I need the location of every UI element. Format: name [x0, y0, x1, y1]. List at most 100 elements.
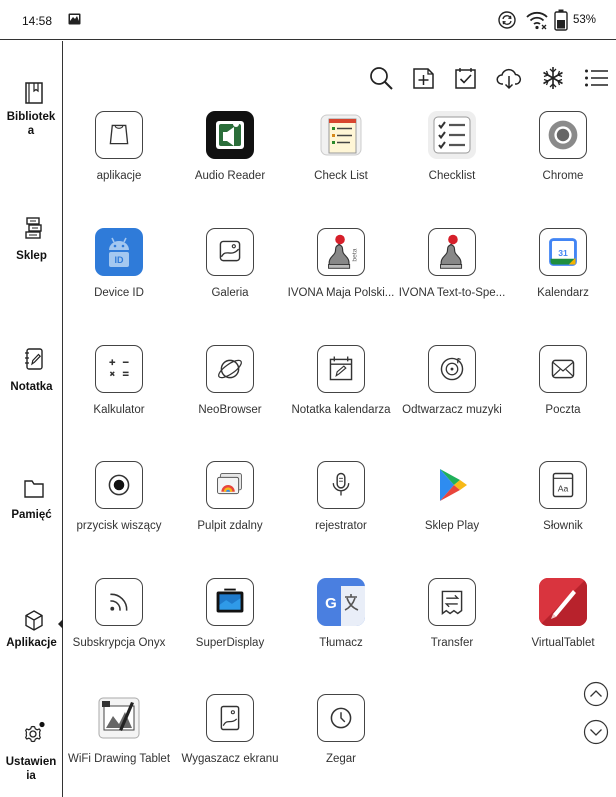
app-tile[interactable]: 31 Kalendarz [507, 228, 616, 318]
app-label: Chrome [542, 170, 584, 182]
app-tile[interactable]: Zegar [285, 694, 395, 784]
app-tile[interactable]: rejestrator [285, 461, 395, 551]
app-tile[interactable]: SuperDisplay [174, 578, 284, 668]
rss-icon [110, 593, 128, 611]
app-tile[interactable]: Subskrypcja Onyx [63, 578, 173, 668]
sidebar-item-label: Sklep [16, 250, 47, 262]
apps-cube-icon [25, 610, 43, 631]
app-tile[interactable]: Check List [285, 111, 395, 201]
dictionary-icon: Aa [552, 472, 574, 498]
app-label: Kalkulator [93, 404, 145, 416]
badge-text: beta [351, 248, 358, 261]
music-player-icon [440, 357, 464, 381]
folder-app-icon [109, 124, 129, 145]
app-label: rejestrator [315, 520, 367, 532]
status-bar: 14:58 53% [0, 0, 616, 40]
app-tile[interactable]: Wygaszacz ekranu [174, 694, 284, 784]
transfer-icon [441, 590, 463, 615]
sidebar-item-store[interactable]: Sklep [0, 213, 63, 273]
app-label: VirtualTablet [531, 637, 595, 649]
app-tile[interactable]: Poczta [507, 345, 616, 435]
badge-text: ID [115, 255, 125, 265]
mail-icon [551, 359, 575, 379]
settings-gear-icon [25, 721, 45, 743]
freeze-icon[interactable] [540, 65, 566, 91]
wifi-icon [526, 11, 548, 30]
recorder-mic-icon [332, 472, 350, 496]
app-label: Check List [314, 170, 368, 182]
sidebar-item-library[interactable]: Bibliotek a [0, 79, 63, 149]
search-icon[interactable] [368, 65, 394, 91]
app-label: WiFi Drawing Tablet [67, 753, 171, 765]
app-tile[interactable]: Sklep Play [396, 461, 506, 551]
app-label: aplikacje [96, 170, 142, 182]
svg-text:G: G [325, 595, 337, 612]
sidebar: Bibliotek a Sklep Notatka Pamięć Aplikac… [0, 41, 63, 797]
app-tile[interactable]: beta IVONA Maja Polski... [285, 228, 395, 318]
wifi-drawing-tablet-icon [98, 697, 140, 739]
app-tile[interactable]: Notatka kalendarza [285, 345, 395, 435]
app-tile[interactable]: WiFi Drawing Tablet [63, 694, 173, 784]
ivona-joystick-icon: beta [328, 234, 358, 269]
store-icon [25, 217, 42, 239]
app-label: przycisk wiszący [76, 520, 162, 532]
sidebar-item-apps[interactable]: Aplikacje [0, 605, 63, 665]
app-tile[interactable]: VirtualTablet [507, 578, 616, 668]
badge-text: 31 [558, 248, 568, 258]
app-label: NeoBrowser [198, 404, 262, 416]
multi-select-icon[interactable] [453, 65, 479, 91]
add-folder-icon[interactable] [411, 65, 437, 91]
screensaver-icon [220, 705, 240, 731]
sidebar-item-label: Pamięć [11, 509, 52, 521]
audio-reader-icon [209, 114, 251, 156]
sidebar-item-label: Aplikacje [6, 637, 57, 649]
app-label: Notatka kalendarza [291, 404, 391, 416]
sidebar-item-label: Notatka [10, 381, 53, 393]
app-tile[interactable]: NeoBrowser [174, 345, 284, 435]
sidebar-item-storage[interactable]: Pamięć [0, 472, 63, 532]
superdisplay-icon [216, 588, 244, 613]
calendar-note-icon [329, 356, 353, 381]
app-tile[interactable]: Pulpit zdalny [174, 461, 284, 551]
calendar-icon: 31 [549, 238, 577, 266]
app-label: Zegar [325, 753, 357, 765]
app-label: Transfer [430, 637, 474, 649]
calculator-icon [109, 359, 129, 377]
app-label: IVONA Maja Polski... [287, 287, 395, 299]
play-store-icon [440, 469, 467, 501]
app-label: Checklist [428, 170, 476, 182]
sidebar-item-label: Ustawien ia [5, 756, 57, 782]
app-tile[interactable]: ID Device ID [63, 228, 173, 318]
app-label: Device ID [94, 287, 144, 299]
app-label: IVONA Text-to-Spe... [398, 287, 506, 299]
app-tile[interactable]: Kalkulator [63, 345, 173, 435]
chrome-icon [548, 120, 578, 150]
app-tile[interactable]: IVONA Text-to-Spe... [396, 228, 506, 318]
gallery-icon [219, 240, 241, 262]
app-label: Kalendarz [537, 287, 589, 299]
floating-button-icon [108, 474, 130, 496]
app-tile[interactable]: Audio Reader [174, 111, 284, 201]
app-tile[interactable]: Checklist [396, 111, 506, 201]
app-tile[interactable]: Transfer [396, 578, 506, 668]
sidebar-item-notes[interactable]: Notatka [0, 344, 63, 404]
app-tile[interactable]: Galeria [174, 228, 284, 318]
app-label: Galeria [211, 287, 249, 299]
app-label: Sklep Play [424, 520, 480, 532]
list-view-icon[interactable] [583, 65, 609, 91]
app-label: Odtwarzacz muzyki [402, 404, 502, 416]
scroll-up-icon[interactable] [583, 681, 609, 707]
sidebar-item-settings[interactable]: Ustawien ia [0, 715, 63, 795]
app-tile[interactable]: Chrome [507, 111, 616, 201]
cloud-download-icon[interactable] [496, 65, 522, 91]
app-tile[interactable]: Odtwarzacz muzyki [396, 345, 506, 435]
folder-icon [24, 480, 44, 498]
app-tile[interactable]: Aa Słownik [507, 461, 616, 551]
notes-icon [25, 348, 43, 370]
app-label: Pulpit zdalny [197, 520, 263, 532]
scroll-down-icon[interactable] [583, 719, 609, 745]
app-label: Subskrypcja Onyx [72, 637, 166, 649]
app-tile[interactable]: G Tłumacz [285, 578, 395, 668]
app-tile[interactable]: aplikacje [63, 111, 173, 201]
app-tile[interactable]: przycisk wiszący [63, 461, 173, 551]
